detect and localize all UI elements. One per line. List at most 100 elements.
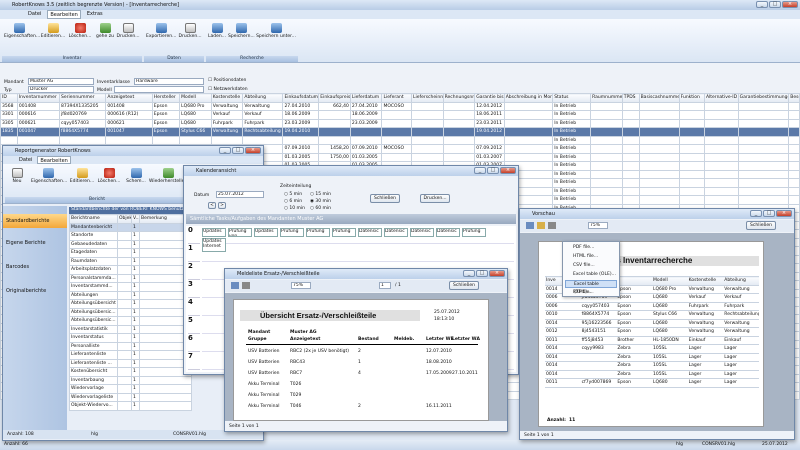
load-button[interactable]: Laden... <box>207 23 227 39</box>
time-slot-radio[interactable]: ○ 60 min <box>310 206 331 211</box>
calendar-event[interactable]: Datensic <box>358 228 382 237</box>
close-button[interactable]: × <box>489 270 505 277</box>
restore-button[interactable]: Wiederherstellen <box>149 168 187 184</box>
table-row[interactable]: Kostenübersicht 1 <box>69 367 192 377</box>
grid-column-header[interactable]: Abteilung <box>242 93 284 103</box>
close-button[interactable]: × <box>782 1 798 8</box>
table-row[interactable]: Etagedaten 1 <box>69 248 192 258</box>
invklasse-select[interactable]: Hardware <box>134 78 204 85</box>
time-slot-radio[interactable]: ○ 15 min <box>310 192 331 197</box>
save-button[interactable]: Speichern... <box>228 23 255 39</box>
grid-column-header[interactable]: Garantie bis <box>474 93 505 103</box>
calendar-event[interactable]: Datensic <box>436 228 460 237</box>
close-button[interactable]: Schließen <box>370 194 400 203</box>
table-row[interactable]: 3301 000616 jf8d020769 000616 (R12) Epson LQ6… <box>0 110 800 120</box>
table-row[interactable]: Abteilungsübersic... 1 <box>69 307 192 317</box>
minimize-button[interactable]: _ <box>474 167 486 174</box>
grid-column-header[interactable]: Status <box>552 93 592 103</box>
export-menu-item[interactable]: Excel table (XML)... <box>565 280 617 295</box>
time-slot-radio[interactable]: ◉ 30 min <box>310 199 331 204</box>
minimize-button[interactable]: _ <box>756 1 768 8</box>
table-row[interactable]: Personalliste 1 <box>69 341 192 351</box>
menu-bearbeiten[interactable]: Bearbeiten <box>37 156 71 164</box>
calendar-event[interactable]: Updates <box>254 228 278 237</box>
grid-column-header[interactable]: Lieferant <box>381 93 412 103</box>
nav-eigene-berichte[interactable]: Eigene Berichte <box>6 240 46 246</box>
report-column-header[interactable]: V... <box>131 214 140 224</box>
mandant-select[interactable]: Muster AG <box>28 78 94 85</box>
table-row[interactable]: Lieferantenliste ... 1 <box>69 358 192 368</box>
grid-column-header[interactable]: Alternative-ID <box>703 93 739 103</box>
close-button[interactable]: × <box>500 167 516 174</box>
maximize-button[interactable]: □ <box>232 147 244 154</box>
grid-column-header[interactable]: Anzeigetext <box>105 93 153 103</box>
export-menu-item[interactable]: CSV file... <box>565 262 617 270</box>
table-row[interactable]: In Betrieb <box>0 135 800 145</box>
grid-column-header[interactable]: Garantiebestimmungen <box>737 93 790 103</box>
grid-column-header[interactable]: Hersteller <box>151 93 181 103</box>
new-button[interactable]: Neu <box>7 168 27 184</box>
table-row[interactable]: Wiedervorlageliste 1 <box>69 392 192 402</box>
nav-barcodes[interactable]: Barcodes <box>6 264 29 270</box>
grid-column-header[interactable]: Rechnungsnr. <box>442 93 476 103</box>
nav-originalberichte[interactable]: Originalberichte <box>6 288 46 294</box>
grid-column-header[interactable]: Abschreibung in Monaten <box>503 93 554 103</box>
table-row[interactable]: Personalstammda... 1 <box>69 273 192 283</box>
table-row[interactable]: 3305 000621 cqyy057403 000621 Epson LQ680 Fuhr… <box>0 118 800 128</box>
calendar-event[interactable]: Updates Internet <box>202 238 226 252</box>
calendar-event[interactable]: Prüfung <box>462 228 486 237</box>
edit-button[interactable]: Editieren... <box>69 168 95 184</box>
table-row[interactable]: Abteilungen 1 <box>69 290 192 300</box>
calendar-event[interactable]: Prüfung <box>280 228 304 237</box>
prev-day-button[interactable]: < <box>208 202 216 209</box>
properties-button[interactable]: Eigenschaften... <box>31 168 67 184</box>
menu-datei[interactable]: Datei <box>19 156 32 164</box>
minimize-button[interactable]: _ <box>750 210 762 217</box>
report-column-header[interactable]: Berichtname <box>69 214 118 224</box>
properties-button[interactable]: Eigenschaften... <box>4 23 40 39</box>
export-icon[interactable] <box>231 282 239 289</box>
grid-column-header[interactable]: Raumnummer <box>590 93 623 103</box>
page-input[interactable]: 1 <box>379 282 391 289</box>
table-row[interactable]: Gebaeudedaten 1 <box>69 239 192 249</box>
menu-extras[interactable]: Extras <box>87 10 103 19</box>
delete-button[interactable]: Löschen... <box>68 23 92 39</box>
menu-bearbeiten[interactable]: Bearbeiten <box>47 10 81 19</box>
calendar-event[interactable]: Datensic <box>410 228 434 237</box>
table-row[interactable]: Abteilungsübersicht 1 <box>69 299 192 309</box>
modell-select[interactable] <box>114 86 204 93</box>
datum-input[interactable]: 25.07.2012 <box>216 191 264 198</box>
close-preview-button[interactable]: Schließen <box>746 221 776 230</box>
grid-column-header[interactable]: Modell <box>179 93 212 103</box>
grid-column-header[interactable]: Funktion <box>678 93 705 103</box>
table-row[interactable]: Abteilungsübersic... 1 <box>69 316 192 326</box>
table-row[interactable]: Standorte 1 <box>69 231 192 241</box>
export-menu-item[interactable]: PDF file... <box>565 244 617 252</box>
close-ersatz-button[interactable]: Schließen <box>449 281 479 290</box>
minimize-button[interactable]: _ <box>219 147 231 154</box>
report-column-header[interactable]: Objekt <box>117 214 132 224</box>
time-slot-radio[interactable]: ○ 10 min <box>284 206 305 211</box>
menu-datei[interactable]: Datei <box>28 10 41 19</box>
zoom-select[interactable]: 75% <box>291 282 311 289</box>
zoom-select[interactable]: 75% <box>588 222 608 229</box>
calendar-event[interactable]: Updates <box>202 228 226 237</box>
table-row[interactable]: Objekt-Wiedervo... 1 <box>69 401 192 411</box>
table-row[interactable]: 3568 001408 87394X1335205 001408 Epson LQ680 … <box>0 101 800 111</box>
close-button[interactable]: × <box>776 210 792 217</box>
grid-column-header[interactable]: ID <box>0 93 18 103</box>
grid-column-header[interactable]: Einkaufspreis <box>318 93 351 103</box>
grid-column-header[interactable]: Lieferscheinnr. <box>410 93 444 103</box>
table-row[interactable]: Inventarstammd... 1 <box>69 282 192 292</box>
calendar-event[interactable]: Prüfung <box>332 228 356 237</box>
maximize-button[interactable]: □ <box>763 210 775 217</box>
grid-column-header[interactable]: Kostenstelle <box>210 93 244 103</box>
printer-icon[interactable] <box>548 222 556 229</box>
table-row[interactable]: Arbeitsplatzdaten 1 <box>69 265 192 275</box>
table-row[interactable]: Inventarstatistik 1 <box>69 324 192 334</box>
export-button[interactable]: Exportieren... <box>146 23 176 39</box>
next-day-button[interactable]: > <box>218 202 226 209</box>
calendar-hour-row[interactable] <box>202 244 514 262</box>
nav-standardberichte[interactable]: Standardberichte <box>3 214 67 228</box>
grid-column-header[interactable]: Basiscashnummer <box>638 93 680 103</box>
